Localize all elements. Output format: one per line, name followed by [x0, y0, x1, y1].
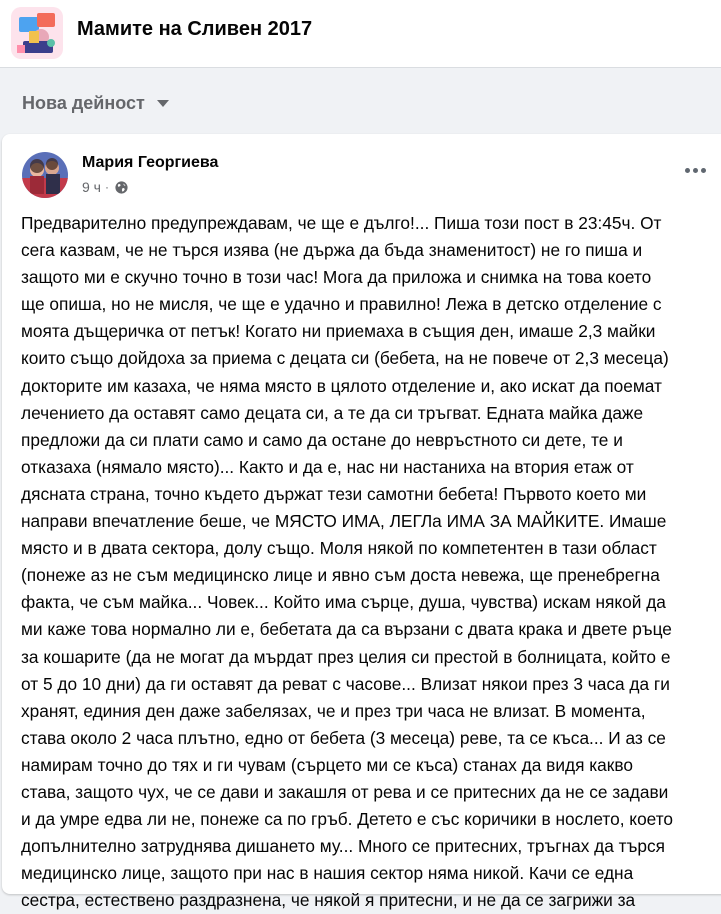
post-text-line: сестра, естествено раздразнена, че някой… [21, 890, 636, 911]
feed-sort-label: Нова дейност [22, 93, 145, 113]
post-text-line: моята дъщеричка от петък! Когато ни прие… [21, 321, 656, 342]
post-text-line: факта, че съм майка... Човек... Който им… [21, 592, 666, 613]
feed-sort-dropdown[interactable]: Нова дейност [22, 93, 169, 114]
post-text-line: дясната страна, точно където държат тези… [21, 483, 647, 504]
post-meta: 9 ч · [82, 179, 128, 195]
post-text-line: намирам точно до тях и ги чувам (сърцето… [21, 754, 633, 775]
post-text-line: става около 2 часа плътно, едно от бебет… [21, 727, 666, 748]
post-card: Мария Георгиева 9 ч · Предварително пред… [2, 134, 721, 910]
post-text-line: ми каже това нормално ли е, бебетата да … [21, 619, 672, 640]
post-author[interactable]: Мария Георгиева [82, 154, 218, 172]
post-text-line: медицинско лице, защото при нас в нашия … [21, 863, 634, 884]
avatar[interactable] [22, 152, 68, 198]
post-text-line: докторите им казаха, че няма място в цял… [21, 375, 662, 396]
group-illustration-icon[interactable] [11, 7, 63, 59]
more-options-icon[interactable] [677, 158, 713, 182]
post-body: Предварително предупреждавам, че ще е дъ… [21, 210, 721, 914]
post-text-line: от 5 до 10 дни) да ги оставят да реват с… [21, 673, 670, 694]
post-text-line: Предварително предупреждавам, че ще е дъ… [21, 213, 662, 233]
post-text-line: направи впечатление беше, че МЯСТО ИМА, … [21, 511, 667, 532]
post-text-line: (понеже аз не съм медицинско лице и явно… [21, 565, 660, 586]
post-text-line: които също дойдоха за приема с децата си… [21, 348, 669, 369]
post-text-line: отказаха (нямало място)... Както и да е,… [21, 456, 634, 477]
post-text-line: ще опиша, но не мисля, че ще е удачно и … [21, 294, 662, 315]
group-name[interactable]: Мамите на Сливен 2017 [77, 18, 312, 41]
post-text-line: хранят, единия ден даже забелязах, че и … [21, 700, 646, 721]
post-text-line: за кошарите (да не могат да мърдат през … [21, 646, 671, 667]
globe-icon[interactable] [115, 180, 128, 194]
post-text-line: сега казвам, че не търся изява (не държа… [21, 240, 643, 261]
post-text-line: допълнително затруднява дишането му... М… [21, 836, 666, 857]
post-text-line: и да умре едва ли не, понеже са по гръб.… [21, 809, 674, 830]
group-header: Мамите на Сливен 2017 [0, 0, 721, 68]
post-text-line: място и в двата сектора, долу също. Моля… [21, 538, 657, 559]
caret-down-icon [156, 100, 169, 107]
post-text-line: лечението да оставят само децата си, а т… [21, 402, 644, 423]
post-text-line: предложи да си плати само и само да оста… [21, 429, 623, 450]
post-text-line: става, защото чух, че се дави и закашля … [21, 781, 669, 802]
post-time[interactable]: 9 ч [82, 179, 101, 195]
meta-separator: · [104, 180, 109, 194]
post-text-line: защото ми е скучно точно в този час! Мог… [21, 267, 652, 288]
